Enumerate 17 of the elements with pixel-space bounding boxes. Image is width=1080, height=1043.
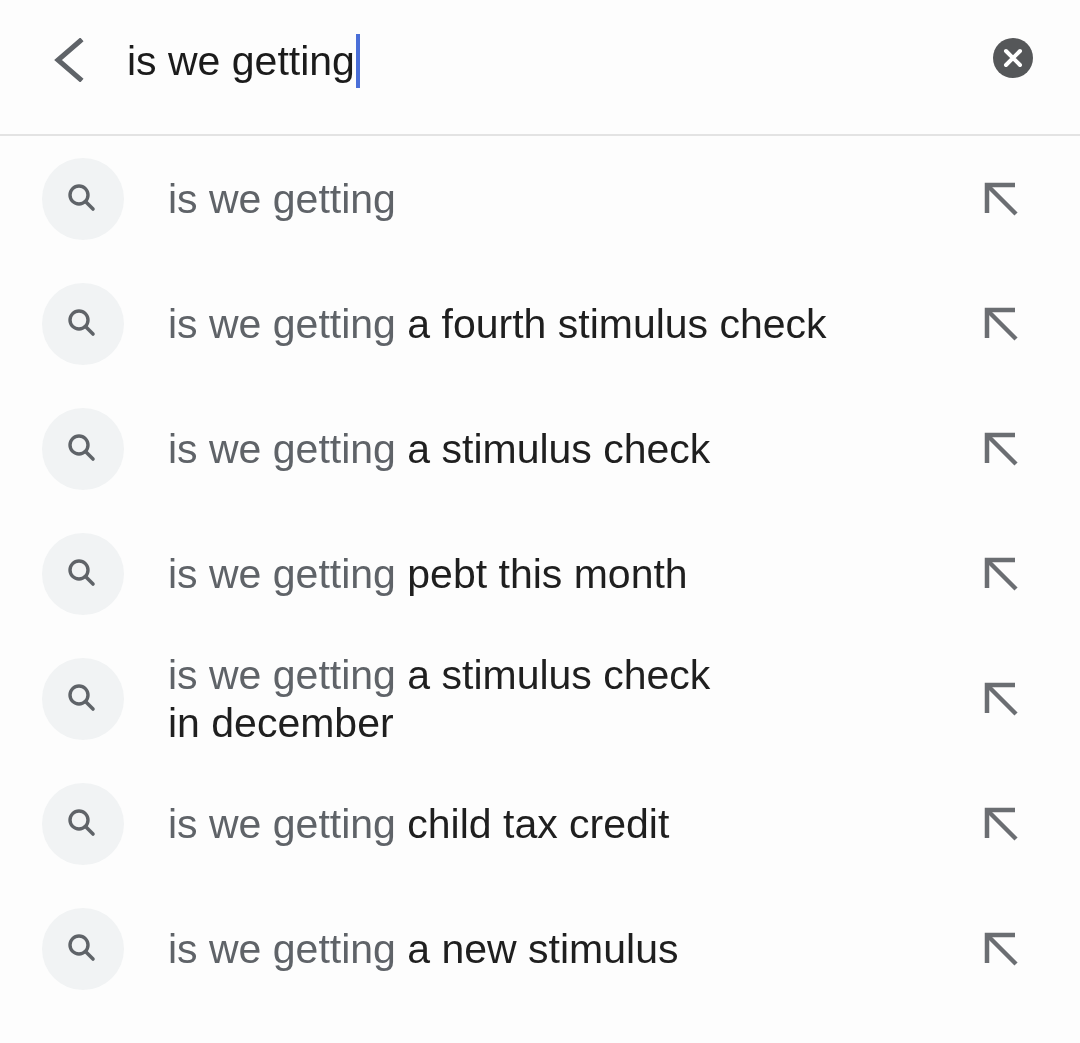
search-icon <box>42 907 124 990</box>
suggestion-text[interactable]: is we getting a stimulus check <box>168 424 984 473</box>
close-icon[interactable] <box>993 38 1033 78</box>
search-icon <box>42 157 124 240</box>
search-icon <box>42 407 124 490</box>
search-field[interactable]: is we getting <box>127 33 993 89</box>
search-icon <box>42 282 124 365</box>
search-icon <box>42 782 124 865</box>
chevron-left-icon[interactable] <box>52 38 84 82</box>
search-icon <box>42 532 124 615</box>
suggestion-text[interactable]: is we getting child tax credit <box>168 799 984 848</box>
suggestion-text[interactable]: is we getting a fourth stimulus check <box>168 299 984 348</box>
suggestion-text[interactable]: is we getting a new stimulus <box>168 924 984 973</box>
suggestion-text[interactable]: is we getting pebt this month <box>168 549 984 598</box>
suggestion-text[interactable]: is we getting <box>168 174 984 223</box>
suggestion-text[interactable]: is we getting a stimulus check in december <box>168 650 984 747</box>
search-icon <box>42 657 124 740</box>
